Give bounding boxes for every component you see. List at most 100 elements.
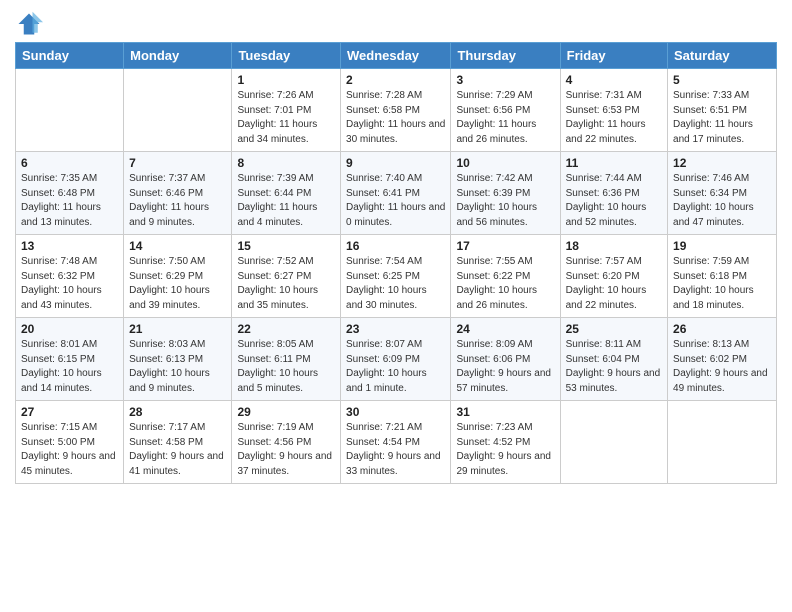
day-info: Sunrise: 8:05 AM Sunset: 6:11 PM Dayligh…	[237, 338, 335, 396]
calendar-cell: 14Sunrise: 7:50 AM Sunset: 6:29 PM Dayli…	[124, 235, 232, 318]
day-info: Sunrise: 8:13 AM Sunset: 6:02 PM Dayligh…	[673, 338, 771, 396]
day-info: Sunrise: 8:03 AM Sunset: 6:13 PM Dayligh…	[129, 338, 226, 396]
day-number: 24	[456, 322, 554, 336]
day-number: 22	[237, 322, 335, 336]
calendar-cell: 15Sunrise: 7:52 AM Sunset: 6:27 PM Dayli…	[232, 235, 341, 318]
calendar-cell: 19 Sunrise: 7:59 AM Sunset: 6:18 PM Dayli…	[668, 235, 777, 318]
day-info: Sunrise: 7:28 AM Sunset: 6:58 PM Dayligh…	[346, 89, 445, 147]
day-number: 10	[456, 156, 554, 170]
calendar-cell: 4Sunrise: 7:31 AM Sunset: 6:53 PM Daylig…	[560, 69, 667, 152]
calendar-table: SundayMondayTuesdayWednesdayThursdayFrid…	[15, 42, 777, 484]
day-number: 17	[456, 239, 554, 253]
calendar-cell: 3 Sunrise: 7:29 AM Sunset: 6:56 PM Daylig…	[451, 69, 560, 152]
calendar-cell: 24Sunrise: 8:09 AM Sunset: 6:06 PM Dayli…	[451, 318, 560, 401]
day-number: 15	[237, 239, 335, 253]
day-number: 6	[21, 156, 118, 170]
day-number: 19	[673, 239, 771, 253]
col-header-tuesday: Tuesday	[232, 43, 341, 69]
day-number: 25	[566, 322, 662, 336]
day-info: Sunrise: 7:39 AM Sunset: 6:44 PM Dayligh…	[237, 172, 335, 230]
day-number: 8	[237, 156, 335, 170]
day-info: Sunrise: 7:35 AM Sunset: 6:48 PM Dayligh…	[21, 172, 118, 230]
day-info: Sunrise: 8:01 AM Sunset: 6:15 PM Dayligh…	[21, 338, 118, 396]
day-info: Sunrise: 7:59 AM Sunset: 6:18 PM Dayligh…	[673, 255, 771, 313]
day-number: 28	[129, 405, 226, 419]
calendar-cell: 11 Sunrise: 7:44 AM Sunset: 6:36 PM Dayli…	[560, 152, 667, 235]
day-number: 5	[673, 73, 771, 87]
calendar-cell: 6 Sunrise: 7:35 AM Sunset: 6:48 PM Daylig…	[16, 152, 124, 235]
day-info: Sunrise: 7:57 AM Sunset: 6:20 PM Dayligh…	[566, 255, 662, 313]
calendar-cell	[668, 401, 777, 484]
calendar-cell: 23 Sunrise: 8:07 AM Sunset: 6:09 PM Dayli…	[341, 318, 451, 401]
calendar-cell: 12Sunrise: 7:46 AM Sunset: 6:34 PM Dayli…	[668, 152, 777, 235]
calendar-cell: 30 Sunrise: 7:21 AM Sunset: 4:54 PM Dayli…	[341, 401, 451, 484]
col-header-thursday: Thursday	[451, 43, 560, 69]
logo	[15, 10, 47, 38]
day-number: 18	[566, 239, 662, 253]
day-number: 30	[346, 405, 445, 419]
day-number: 7	[129, 156, 226, 170]
calendar-header-row: SundayMondayTuesdayWednesdayThursdayFrid…	[16, 43, 777, 69]
day-info: Sunrise: 7:44 AM Sunset: 6:36 PM Dayligh…	[566, 172, 662, 230]
calendar-cell	[16, 69, 124, 152]
day-info: Sunrise: 7:21 AM Sunset: 4:54 PM Dayligh…	[346, 421, 445, 479]
day-number: 26	[673, 322, 771, 336]
calendar-week-5: 27 Sunrise: 7:15 AM Sunset: 5:00 PM Dayli…	[16, 401, 777, 484]
calendar-week-2: 6 Sunrise: 7:35 AM Sunset: 6:48 PM Daylig…	[16, 152, 777, 235]
calendar-cell: 10 Sunrise: 7:42 AM Sunset: 6:39 PM Dayli…	[451, 152, 560, 235]
calendar-cell: 13Sunrise: 7:48 AM Sunset: 6:32 PM Dayli…	[16, 235, 124, 318]
day-info: Sunrise: 7:19 AM Sunset: 4:56 PM Dayligh…	[237, 421, 335, 479]
col-header-saturday: Saturday	[668, 43, 777, 69]
day-number: 3	[456, 73, 554, 87]
calendar-cell: 26 Sunrise: 8:13 AM Sunset: 6:02 PM Dayli…	[668, 318, 777, 401]
day-info: Sunrise: 8:07 AM Sunset: 6:09 PM Dayligh…	[346, 338, 445, 396]
col-header-wednesday: Wednesday	[341, 43, 451, 69]
day-number: 31	[456, 405, 554, 419]
calendar-cell: 20 Sunrise: 8:01 AM Sunset: 6:15 PM Dayli…	[16, 318, 124, 401]
day-info: Sunrise: 7:50 AM Sunset: 6:29 PM Dayligh…	[129, 255, 226, 313]
day-number: 23	[346, 322, 445, 336]
col-header-sunday: Sunday	[16, 43, 124, 69]
calendar-cell	[124, 69, 232, 152]
day-info: Sunrise: 7:42 AM Sunset: 6:39 PM Dayligh…	[456, 172, 554, 230]
day-number: 2	[346, 73, 445, 87]
calendar-cell: 7 Sunrise: 7:37 AM Sunset: 6:46 PM Daylig…	[124, 152, 232, 235]
day-info: Sunrise: 7:17 AM Sunset: 4:58 PM Dayligh…	[129, 421, 226, 479]
day-number: 11	[566, 156, 662, 170]
day-number: 29	[237, 405, 335, 419]
calendar-cell: 2 Sunrise: 7:28 AM Sunset: 6:58 PM Daylig…	[341, 69, 451, 152]
day-info: Sunrise: 7:29 AM Sunset: 6:56 PM Dayligh…	[456, 89, 554, 147]
calendar-cell: 28 Sunrise: 7:17 AM Sunset: 4:58 PM Dayli…	[124, 401, 232, 484]
calendar-week-3: 13Sunrise: 7:48 AM Sunset: 6:32 PM Dayli…	[16, 235, 777, 318]
day-number: 9	[346, 156, 445, 170]
calendar-cell: 22 Sunrise: 8:05 AM Sunset: 6:11 PM Dayli…	[232, 318, 341, 401]
day-info: Sunrise: 7:48 AM Sunset: 6:32 PM Dayligh…	[21, 255, 118, 313]
calendar-cell: 27 Sunrise: 7:15 AM Sunset: 5:00 PM Dayli…	[16, 401, 124, 484]
day-number: 16	[346, 239, 445, 253]
col-header-friday: Friday	[560, 43, 667, 69]
day-info: Sunrise: 7:55 AM Sunset: 6:22 PM Dayligh…	[456, 255, 554, 313]
calendar-cell: 9 Sunrise: 7:40 AM Sunset: 6:41 PM Daylig…	[341, 152, 451, 235]
page: SundayMondayTuesdayWednesdayThursdayFrid…	[0, 0, 792, 612]
day-info: Sunrise: 7:33 AM Sunset: 6:51 PM Dayligh…	[673, 89, 771, 147]
day-info: Sunrise: 7:23 AM Sunset: 4:52 PM Dayligh…	[456, 421, 554, 479]
day-info: Sunrise: 7:54 AM Sunset: 6:25 PM Dayligh…	[346, 255, 445, 313]
calendar-week-1: 1 Sunrise: 7:26 AM Sunset: 7:01 PM Daylig…	[16, 69, 777, 152]
calendar-cell	[560, 401, 667, 484]
day-info: Sunrise: 7:40 AM Sunset: 6:41 PM Dayligh…	[346, 172, 445, 230]
day-info: Sunrise: 7:26 AM Sunset: 7:01 PM Dayligh…	[237, 89, 335, 147]
day-number: 27	[21, 405, 118, 419]
day-info: Sunrise: 7:37 AM Sunset: 6:46 PM Dayligh…	[129, 172, 226, 230]
day-info: Sunrise: 7:15 AM Sunset: 5:00 PM Dayligh…	[21, 421, 118, 479]
day-number: 20	[21, 322, 118, 336]
calendar-cell: 1 Sunrise: 7:26 AM Sunset: 7:01 PM Daylig…	[232, 69, 341, 152]
calendar-cell: 16 Sunrise: 7:54 AM Sunset: 6:25 PM Dayli…	[341, 235, 451, 318]
calendar-cell: 29 Sunrise: 7:19 AM Sunset: 4:56 PM Dayli…	[232, 401, 341, 484]
calendar-week-4: 20 Sunrise: 8:01 AM Sunset: 6:15 PM Dayli…	[16, 318, 777, 401]
day-info: Sunrise: 8:11 AM Sunset: 6:04 PM Dayligh…	[566, 338, 662, 396]
col-header-monday: Monday	[124, 43, 232, 69]
calendar-cell: 25 Sunrise: 8:11 AM Sunset: 6:04 PM Dayli…	[560, 318, 667, 401]
calendar-cell: 21Sunrise: 8:03 AM Sunset: 6:13 PM Dayli…	[124, 318, 232, 401]
day-number: 1	[237, 73, 335, 87]
calendar-cell: 31 Sunrise: 7:23 AM Sunset: 4:52 PM Dayli…	[451, 401, 560, 484]
